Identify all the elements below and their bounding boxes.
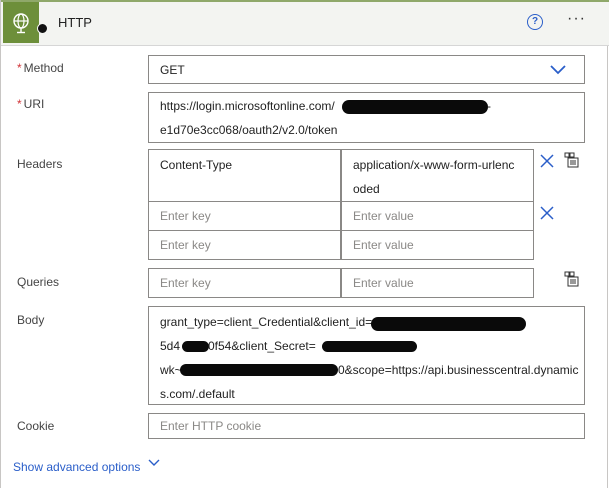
header-accent-line: [1, 0, 609, 2]
uri-line-1: https://login.microsoftonline.com/: [160, 99, 335, 113]
status-dot: [37, 23, 48, 34]
value-placeholder: Enter value: [353, 209, 414, 223]
body-line-3a: wk~: [160, 363, 182, 377]
redaction-mark: [342, 100, 488, 114]
cookie-placeholder: Enter HTTP cookie: [160, 419, 262, 433]
switch-to-text-mode-icon[interactable]: [564, 152, 580, 168]
value-placeholder: Enter value: [353, 276, 414, 290]
key-placeholder: Enter key: [160, 276, 211, 290]
method-label: * Method: [17, 61, 64, 75]
body-line-2a: 5d4: [160, 339, 181, 353]
http-action-card: HTTP ? ··· * Method GET * URI https://logi…: [0, 0, 609, 488]
uri-input[interactable]: https://login.microsoftonline.com/ - e1d…: [148, 92, 585, 143]
key-placeholder: Enter key: [160, 209, 211, 223]
delete-row-icon[interactable]: [540, 154, 554, 168]
delete-row-icon[interactable]: [540, 206, 554, 220]
body-line-1: grant_type=client_Credential&client_id=: [160, 315, 373, 329]
header-value-input-new[interactable]: Enter value: [341, 230, 534, 260]
ellipsis-icon[interactable]: ···: [567, 10, 586, 28]
redaction-mark: [371, 317, 526, 331]
uri-label-text: URI: [23, 97, 45, 111]
body-line-3b: 0&scope=https://api.businesscentral.dyna…: [338, 363, 579, 377]
header-value-input[interactable]: application/x-www-form-urlenc oded: [341, 149, 534, 202]
globe-icon: [13, 13, 29, 34]
header-value-line-1: application/x-www-form-urlenc: [353, 158, 515, 172]
required-mark: *: [17, 97, 22, 111]
chevron-down-icon[interactable]: [147, 458, 161, 468]
header-value-input-empty[interactable]: Enter value: [341, 201, 534, 231]
uri-label: * URI: [17, 97, 44, 111]
header-key-value: Content-Type: [160, 158, 233, 172]
question-circle-icon[interactable]: ?: [527, 14, 543, 30]
switch-to-text-mode-icon[interactable]: [564, 271, 580, 287]
uri-line-1-tail: -: [487, 99, 491, 113]
queries-label: Queries: [17, 275, 60, 289]
cookie-label: Cookie: [17, 419, 55, 433]
header-key-input[interactable]: Content-Type: [148, 149, 341, 202]
body-label: Body: [17, 313, 45, 327]
redaction-mark: [322, 341, 417, 352]
method-value: GET: [160, 63, 185, 77]
method-dropdown[interactable]: GET: [148, 55, 585, 84]
action-icon-tile: [3, 2, 39, 43]
method-label-text: Method: [23, 61, 64, 75]
header-key-input-new[interactable]: Enter key: [148, 230, 341, 260]
query-value-input[interactable]: Enter value: [341, 268, 534, 298]
header-value-line-2: oded: [353, 182, 380, 196]
key-placeholder: Enter key: [160, 238, 211, 252]
uri-line-2: e1d70e3cc068/oauth2/v2.0/token: [160, 123, 338, 137]
action-title: HTTP: [58, 15, 92, 30]
cookie-input[interactable]: Enter HTTP cookie: [148, 413, 585, 439]
value-placeholder: Enter value: [353, 238, 414, 252]
redaction-mark: [180, 364, 338, 376]
body-input[interactable]: grant_type=client_Credential&client_id= …: [148, 306, 585, 405]
required-mark: *: [17, 61, 22, 75]
chevron-down-icon: [550, 65, 566, 75]
body-line-4: s.com/.default: [160, 387, 235, 401]
header-key-input-empty[interactable]: Enter key: [148, 201, 341, 231]
body-line-2b: 0f54&client_Secret=: [208, 339, 316, 353]
action-header[interactable]: HTTP ? ···: [1, 0, 609, 46]
show-advanced-options-link[interactable]: Show advanced options: [13, 460, 140, 474]
query-key-input[interactable]: Enter key: [148, 268, 341, 298]
redaction-mark: [182, 341, 209, 352]
headers-label: Headers: [17, 157, 63, 171]
